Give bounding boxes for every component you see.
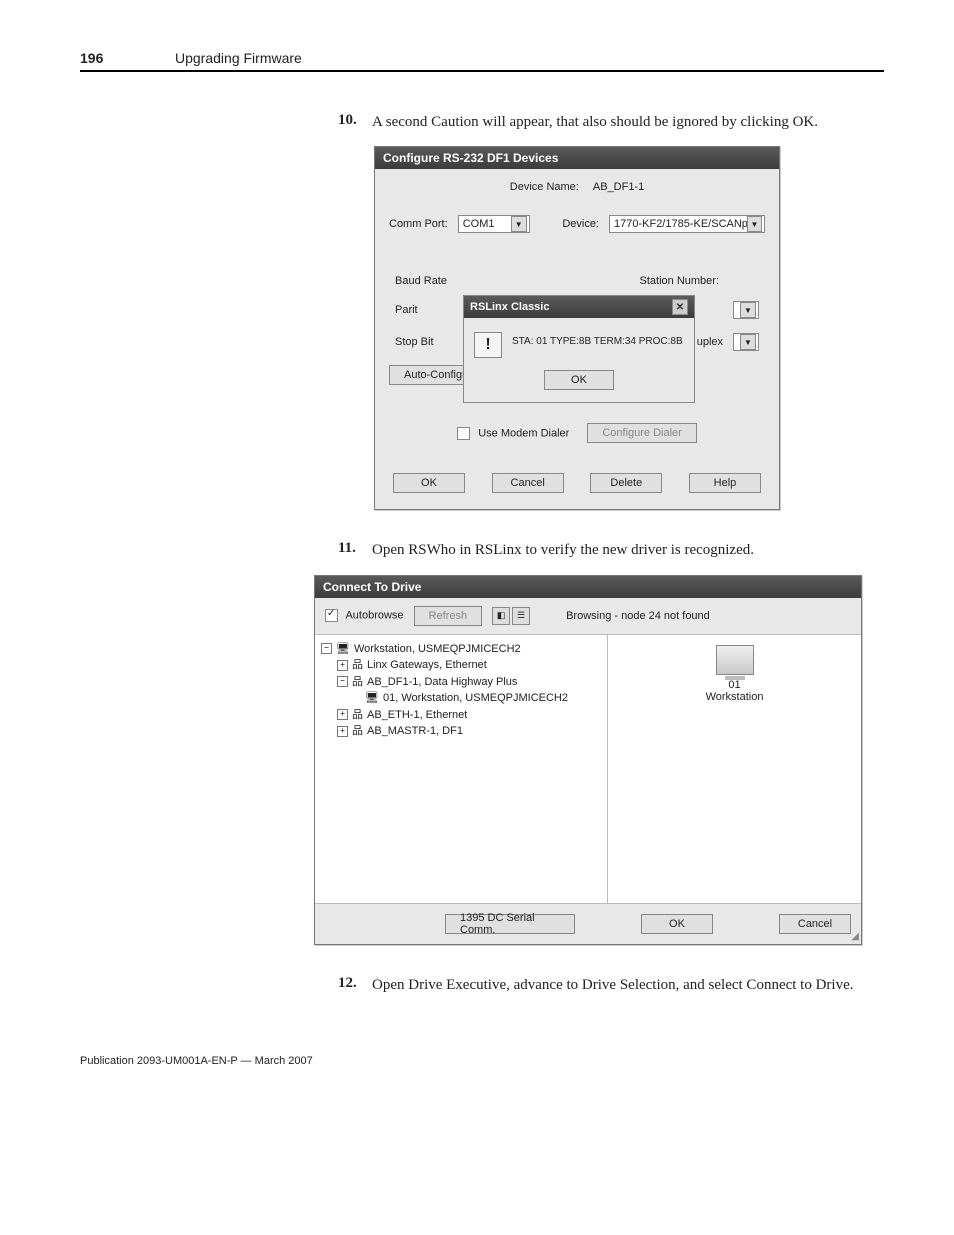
publication-footer: Publication 2093-UM001A-EN-P — March 200…: [80, 1055, 884, 1067]
tree-item[interactable]: AB_MASTR-1, DF1: [367, 723, 463, 740]
page-number: 196: [80, 50, 175, 66]
use-modem-label: Use Modem Dialer: [478, 427, 569, 439]
list-view-icon[interactable]: ◧: [492, 607, 510, 625]
step-number: 10.: [338, 112, 372, 132]
step-text: A second Caution will appear, that also …: [372, 112, 818, 132]
expand-icon[interactable]: +: [337, 709, 348, 720]
section-title: Upgrading Firmware: [175, 50, 302, 66]
uplex-label: uplex: [697, 336, 723, 348]
step-11: 11. Open RSWho in RSLinx to verify the n…: [338, 540, 884, 560]
comm-port-select[interactable]: COM1 ▼: [458, 215, 530, 233]
checkbox-checked-icon: ✓: [325, 609, 338, 622]
device-tree[interactable]: − 🖥 Workstation, USMEQPJMICECH2 + 品 Linx…: [315, 635, 608, 903]
toolbar: ✓ Autobrowse Refresh ◧ ☰ Browsing - node…: [315, 598, 861, 634]
autobrowse-label: Autobrowse: [345, 609, 403, 621]
chevron-down-icon: ▼: [740, 302, 756, 318]
step-number: 12.: [338, 975, 372, 995]
step-number: 11.: [338, 540, 372, 560]
chevron-down-icon: ▼: [747, 216, 762, 232]
device-name-label: Device Name:: [510, 181, 579, 193]
tree-item[interactable]: 01, Workstation, USMEQPJMICECH2: [383, 690, 568, 707]
connect-to-drive-dialog: Connect To Drive ✓ Autobrowse Refresh ◧ …: [314, 575, 862, 945]
chevron-down-icon: ▼: [740, 334, 756, 350]
popup-title: RSLinx Classic: [470, 301, 549, 313]
parity-label: Parit: [395, 304, 418, 316]
content-pane: 01 Workstation: [608, 635, 861, 903]
tree-item[interactable]: Linx Gateways, Ethernet: [367, 657, 487, 674]
tree-root[interactable]: Workstation, USMEQPJMICECH2: [354, 641, 521, 658]
baud-rate-label: Baud Rate: [395, 275, 447, 287]
browsing-status: Browsing - node 24 not found: [566, 610, 710, 622]
collapse-icon[interactable]: −: [321, 643, 332, 654]
delete-button[interactable]: Delete: [590, 473, 662, 493]
ok-button[interactable]: OK: [641, 914, 713, 934]
content-line2: Workstation: [706, 691, 764, 703]
comm-port-label: Comm Port:: [389, 218, 448, 230]
checkbox-icon: [457, 427, 470, 440]
dialog-title: Configure RS-232 DF1 Devices: [375, 147, 779, 169]
workstation-icon: 🖥: [336, 641, 350, 658]
autobrowse-checkbox[interactable]: ✓ Autobrowse: [325, 609, 404, 622]
step-12: 12. Open Drive Executive, advance to Dri…: [338, 975, 884, 995]
workstation-large-icon[interactable]: [716, 645, 754, 675]
warning-icon: !: [474, 332, 502, 358]
expand-icon[interactable]: +: [337, 726, 348, 737]
step-10: 10. A second Caution will appear, that a…: [338, 112, 884, 132]
network-icon: 品: [352, 657, 363, 674]
content-line1: 01: [706, 679, 764, 691]
parity-select-right[interactable]: ▼: [733, 301, 759, 319]
duplex-select[interactable]: ▼: [733, 333, 759, 351]
refresh-button[interactable]: Refresh: [414, 606, 483, 626]
stop-bits-label: Stop Bit: [395, 336, 434, 348]
popup-ok-button[interactable]: OK: [544, 370, 614, 390]
resize-grip-icon[interactable]: ◢: [851, 931, 859, 942]
device-select[interactable]: 1770-KF2/1785-KE/SCANpor ▼: [609, 215, 765, 233]
popup-message: STA: 01 TYPE:8B TERM:34 PROC:8B: [512, 332, 683, 358]
collapse-icon[interactable]: −: [337, 676, 348, 687]
ok-button[interactable]: OK: [393, 473, 465, 493]
cancel-button[interactable]: Cancel: [779, 914, 851, 934]
workstation-icon: 🖥: [365, 690, 379, 707]
tree-item[interactable]: AB_ETH-1, Ethernet: [367, 707, 467, 724]
serial-comm-button[interactable]: 1395 DC Serial Comm.: [445, 914, 575, 934]
network-icon: 品: [352, 707, 363, 724]
configure-df1-dialog: Configure RS-232 DF1 Devices Device Name…: [374, 146, 780, 510]
step-text: Open RSWho in RSLinx to verify the new d…: [372, 540, 754, 560]
comm-port-value: COM1: [463, 218, 495, 230]
details-view-icon[interactable]: ☰: [512, 607, 530, 625]
device-value: 1770-KF2/1785-KE/SCANpor: [614, 218, 747, 230]
close-icon[interactable]: ✕: [672, 299, 688, 315]
dialog-title: Connect To Drive: [315, 576, 861, 598]
cancel-button[interactable]: Cancel: [492, 473, 564, 493]
tree-item[interactable]: AB_DF1-1, Data Highway Plus: [367, 674, 517, 691]
step-text: Open Drive Executive, advance to Drive S…: [372, 975, 854, 995]
network-icon: 品: [352, 723, 363, 740]
chevron-down-icon: ▼: [511, 216, 527, 232]
expand-icon[interactable]: +: [337, 660, 348, 671]
page-header: 196 Upgrading Firmware: [80, 50, 884, 72]
help-button[interactable]: Help: [689, 473, 761, 493]
station-number-label: Station Number:: [640, 275, 719, 287]
device-label: Device:: [562, 218, 599, 230]
use-modem-checkbox[interactable]: Use Modem Dialer: [457, 427, 569, 440]
rslinx-popup: RSLinx Classic ✕ ! STA: 01 TYPE:8B TERM:…: [463, 295, 695, 403]
device-name-value: AB_DF1-1: [593, 181, 644, 193]
configure-dialer-button[interactable]: Configure Dialer: [587, 423, 696, 443]
network-icon: 品: [352, 674, 363, 691]
